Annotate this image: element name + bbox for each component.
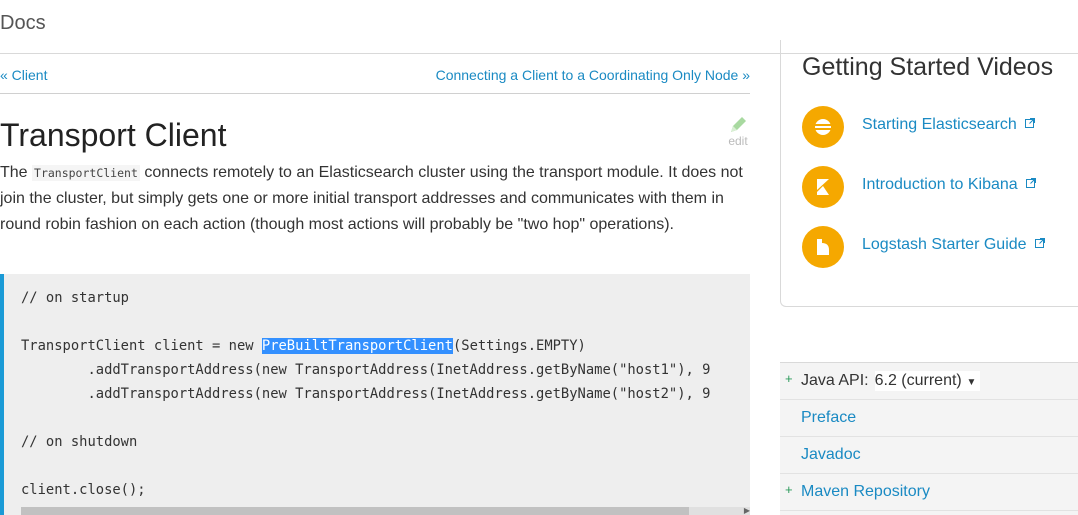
- toc-item-javadoc[interactable]: Javadoc: [780, 437, 1078, 474]
- external-link-icon: [1025, 178, 1036, 188]
- pencil-icon: [731, 117, 746, 132]
- logstash-logo-icon: [802, 226, 844, 268]
- prev-page-link[interactable]: « Client: [0, 67, 47, 83]
- kibana-logo-icon: [802, 166, 844, 208]
- video-item-kibana[interactable]: Introduction to Kibana: [802, 166, 1072, 208]
- intro-paragraph: The TransportClient connects remotely to…: [0, 164, 743, 233]
- code-block[interactable]: // on startup TransportClient client = n…: [0, 274, 750, 515]
- videos-heading: Getting Started Videos: [802, 53, 1054, 81]
- selected-text: PreBuiltTransportClient: [261, 338, 453, 354]
- next-page-link[interactable]: Connecting a Client to a Coordinating On…: [436, 67, 750, 83]
- scrollbar-thumb[interactable]: [21, 507, 689, 515]
- inline-code: TransportClient: [32, 165, 140, 181]
- page-navigation: « Client Connecting a Client to a Coordi…: [0, 64, 750, 94]
- java-api-label: Java API:: [801, 372, 869, 389]
- horizontal-scrollbar[interactable]: ▶: [21, 507, 750, 515]
- chevron-down-icon: ▼: [963, 377, 977, 388]
- expand-icon[interactable]: +: [785, 371, 793, 386]
- toc-item-label[interactable]: Preface: [801, 409, 856, 427]
- page-title: Transport Client: [0, 117, 227, 153]
- video-item-logstash[interactable]: Logstash Starter Guide: [802, 226, 1072, 268]
- getting-started-videos-panel: Getting Started Videos Starting Elastics…: [780, 40, 1078, 307]
- main-content: « Client Connecting a Client to a Coordi…: [0, 54, 750, 515]
- docs-home-link[interactable]: Docs: [0, 12, 46, 35]
- code-text[interactable]: // on startup TransportClient client = n…: [21, 286, 710, 502]
- video-link-label[interactable]: Logstash Starter Guide: [862, 236, 1027, 253]
- toc-item-preface[interactable]: Preface: [780, 400, 1078, 437]
- toc-item-maven-repository[interactable]: + Maven Repository: [780, 474, 1078, 511]
- external-link-icon: [1024, 118, 1035, 128]
- edit-button[interactable]: edit: [724, 114, 752, 148]
- video-link-label[interactable]: Introduction to Kibana: [862, 176, 1018, 193]
- expand-icon[interactable]: +: [785, 482, 793, 497]
- external-link-icon: [1034, 238, 1045, 248]
- table-of-contents: + Java API: 6.2 (current) ▼ Preface Javad…: [780, 362, 1078, 515]
- toc-item-label[interactable]: Javadoc: [801, 446, 861, 464]
- edit-label: edit: [728, 134, 748, 148]
- version-select[interactable]: 6.2 (current) ▼: [874, 371, 981, 391]
- elasticsearch-logo-icon: [802, 106, 844, 148]
- video-item-elasticsearch[interactable]: Starting Elasticsearch: [802, 106, 1072, 148]
- toc-java-api-row[interactable]: + Java API: 6.2 (current) ▼: [780, 363, 1078, 400]
- scroll-right-arrow-icon[interactable]: ▶: [744, 507, 750, 515]
- video-link-label[interactable]: Starting Elasticsearch: [862, 116, 1017, 133]
- toc-item-label[interactable]: Maven Repository: [801, 483, 930, 501]
